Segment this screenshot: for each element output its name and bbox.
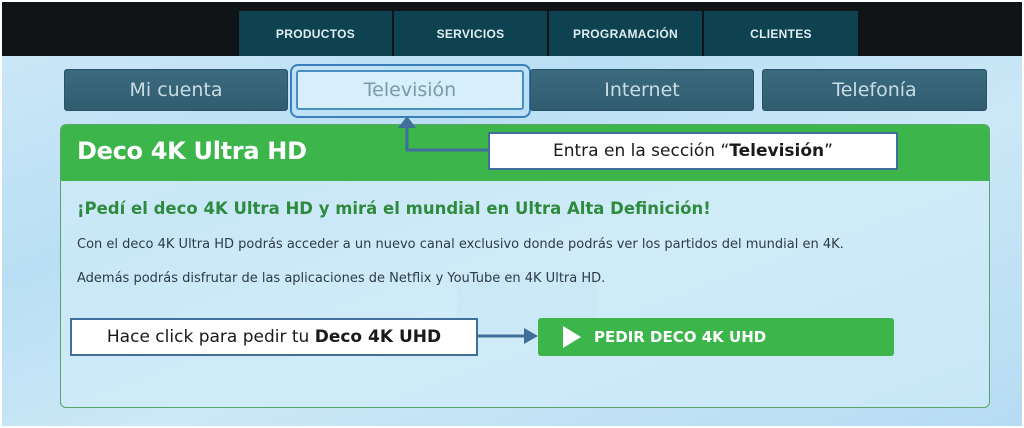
arrow-to-tab xyxy=(405,126,488,152)
callout-prefix: Entra en la sección “ xyxy=(553,141,730,161)
callout-bold: Televisión xyxy=(729,141,825,161)
annotation-arrows xyxy=(398,116,538,344)
callout-television: Entra en la sección “Televisión” xyxy=(488,132,898,170)
callout-suffix: ” xyxy=(824,141,833,161)
arrow-head-up-icon xyxy=(398,116,416,128)
callout-pedir-deco: Hace click para pedir tu Deco 4K UHD xyxy=(70,318,478,356)
callout-text: Hace click para pedir tu Deco 4K UHD xyxy=(107,327,441,347)
arrow-head-right-icon xyxy=(524,328,538,344)
callout-text: Entra en la sección “Televisión” xyxy=(553,141,833,161)
page-frame: PRODUCTOS SERVICIOS PROGRAMACIÓN CLIENTE… xyxy=(2,2,1022,426)
callout-prefix: Hace click para pedir tu xyxy=(106,327,315,347)
callout-bold: Deco 4K UHD xyxy=(314,327,442,347)
